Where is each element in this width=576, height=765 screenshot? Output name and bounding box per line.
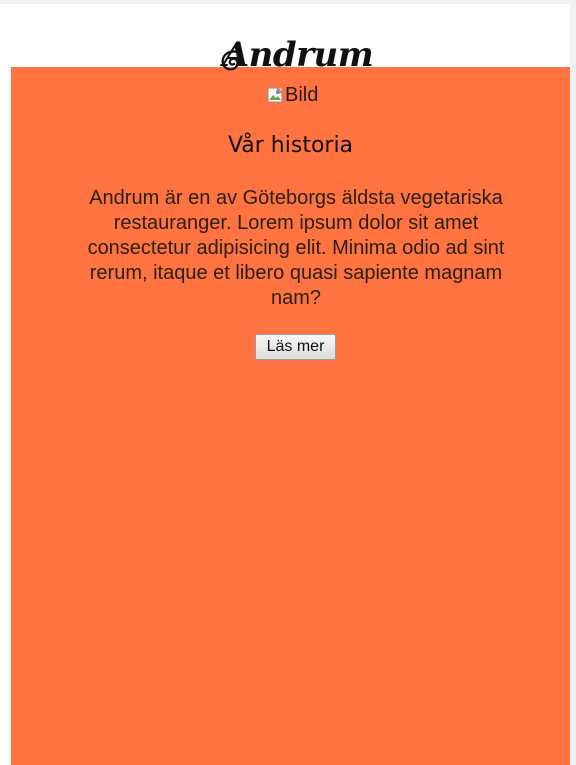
story-paragraph: Andrum är en av Göteborgs äldsta vegetar… [87, 187, 505, 309]
read-more-button[interactable]: Läs mer [255, 334, 336, 360]
image-alt-text: Bild [285, 84, 319, 106]
story-section [11, 67, 570, 765]
story-title: Vår historia [227, 133, 354, 158]
page-viewport: Andrum Bild Vår historia Andrum är en av… [0, 0, 576, 765]
broken-image-icon [267, 87, 283, 103]
story-image: Bild [267, 84, 318, 106]
andrum-logo[interactable]: Andrum [216, 33, 380, 77]
